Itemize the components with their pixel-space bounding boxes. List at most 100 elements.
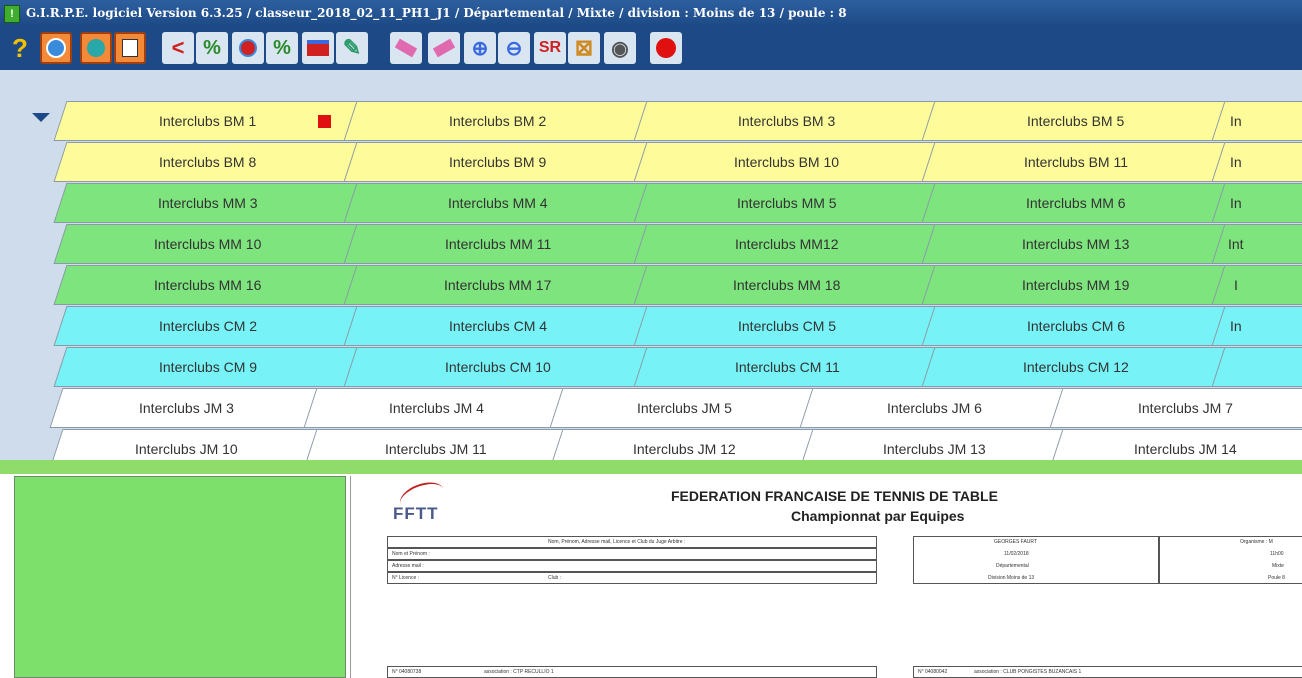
tab-label: Interclubs MM 13 [1022, 236, 1130, 252]
tab-item[interactable]: Interclubs BM 8 [53, 142, 363, 182]
tab-item[interactable]: Interclubs BM 2 [343, 101, 653, 141]
tab-item[interactable]: Interclubs BM 3 [633, 101, 941, 141]
tab-item[interactable]: Interclubs MM 11 [343, 224, 653, 264]
club-label: Club : [548, 575, 562, 581]
left-panel [14, 476, 346, 678]
tab-item[interactable]: Interclubs CM 10 [343, 347, 653, 387]
tab-label: Interclubs MM 16 [154, 277, 262, 293]
tab-label: In [1230, 195, 1242, 211]
eraser-icon[interactable] [390, 32, 422, 64]
referee-row: Nom et Prénom : [387, 548, 877, 560]
team-a-row: N° 04080738 association : CTP RECULLIO 1 [387, 666, 877, 678]
tab-label: Interclubs MM 6 [1026, 195, 1126, 211]
tab-label: Interclubs CM 11 [734, 359, 840, 375]
zoom-out-icon[interactable]: ⊖ [498, 32, 530, 64]
tab-label: Interclubs CM 6 [1026, 318, 1126, 334]
info-cell: Mixte [1272, 563, 1284, 569]
tab-item[interactable]: Interclubs MM 5 [633, 183, 941, 223]
tab-item[interactable]: Interclubs JM 4 [303, 388, 569, 428]
tab-item[interactable]: Interclubs MM 16 [53, 265, 363, 305]
tab-label: Interclubs CM 2 [158, 318, 258, 334]
tab-item[interactable]: Interclubs JM 7 [1049, 388, 1302, 428]
tab-item[interactable]: Interclubs BM 10 [633, 142, 941, 182]
tab-item[interactable]: In [1211, 101, 1302, 141]
tab-label: Interclubs JM 5 [636, 400, 732, 416]
share-icon[interactable]: < [162, 32, 194, 64]
document-icon[interactable] [114, 32, 146, 64]
globe-icon[interactable] [80, 32, 112, 64]
sr-icon[interactable]: SR [534, 32, 566, 64]
team-b-number: N° 04080042 [918, 669, 948, 675]
tab-item[interactable]: Interclubs MM12 [633, 224, 941, 264]
tab-item[interactable]: Interclubs BM 9 [343, 142, 653, 182]
tab-item[interactable]: Interclubs CM 4 [343, 306, 653, 346]
tab-item[interactable]: In [1211, 183, 1302, 223]
medal-icon[interactable] [40, 32, 72, 64]
tab-item[interactable]: Int [1211, 224, 1302, 264]
tab-label: Interclubs MM 5 [737, 195, 837, 211]
title-bar: ! G.I.R.P.E. logiciel Version 6.3.25 / c… [0, 0, 1302, 26]
tab-label: Interclubs BM 11 [1023, 154, 1128, 170]
tab-item[interactable]: Interclubs MM 3 [53, 183, 363, 223]
info-cell: 11/02/2018 [1004, 551, 1029, 557]
camera-icon[interactable]: ◉ [604, 32, 636, 64]
collapse-arrow-icon[interactable] [32, 113, 50, 122]
match-info-table-right: Organisme : M 11h00 Mixte Poule 8 [1159, 536, 1302, 584]
tab-item[interactable]: Interclubs BM 5 [921, 101, 1231, 141]
team-a-association: association : CTP RECULLIO 1 [484, 669, 554, 675]
tab-label: In [1230, 318, 1242, 334]
sr-label: SR [538, 39, 562, 56]
tab-label: Interclubs BM 3 [738, 113, 836, 129]
tab-label: Interclubs JM 7 [1137, 400, 1233, 416]
brush-icon[interactable] [428, 32, 460, 64]
tab-label: Interclubs BM 5 [1027, 113, 1125, 129]
tab-item[interactable]: Interclubs MM 17 [343, 265, 653, 305]
tab-item[interactable]: Interclubs CM 11 [633, 347, 941, 387]
tab-item[interactable]: Interclubs CM 9 [53, 347, 363, 387]
pen-icon[interactable]: ✎ [336, 32, 368, 64]
info-cell: Division Moins de 13 [988, 575, 1035, 581]
referee-header-row: Nom, Prénom, Adresse mail, Licence et Cl… [387, 536, 877, 548]
tab-item[interactable]: Interclubs JM 5 [549, 388, 819, 428]
tab-item[interactable]: Interclubs MM 6 [921, 183, 1231, 223]
tab-item[interactable]: Interclubs MM 13 [921, 224, 1231, 264]
tab-item[interactable]: In [1211, 142, 1302, 182]
grid-icon[interactable]: ⊠ [568, 32, 600, 64]
tab-item[interactable]: Interclubs MM 18 [633, 265, 941, 305]
tab-item[interactable]: Interclubs MM 19 [921, 265, 1231, 305]
tab-label: Interclubs CM 12 [1023, 359, 1129, 375]
tab-item[interactable]: Interclubs MM 4 [343, 183, 653, 223]
tab-item[interactable]: Interclubs BM 1 [53, 101, 363, 141]
tab-item[interactable]: Interclubs CM 6 [921, 306, 1231, 346]
tab-label: Interclubs MM 19 [1022, 277, 1130, 293]
info-cell: Départemental [996, 563, 1029, 569]
power-icon[interactable] [650, 32, 682, 64]
referee-row: N° Licence : Club : [387, 572, 877, 584]
tab-item[interactable]: Interclubs MM 10 [53, 224, 363, 264]
link-settings-icon[interactable]: % [266, 32, 298, 64]
app-icon: ! [4, 5, 20, 23]
tab-label: Interclubs JM 14 [1133, 441, 1237, 457]
referee-header: Nom, Prénom, Adresse mail, Licence et Cl… [548, 539, 686, 545]
info-cell: GEORGES FAURT [994, 539, 1037, 545]
team-b-row: N° 04080042 association : CLUB PONGISTES… [913, 666, 1302, 678]
tab-label: Interclubs BM 10 [734, 154, 840, 170]
info-cell: Poule 8 [1268, 575, 1285, 581]
tab-label: Interclubs CM 9 [158, 359, 258, 375]
tab-item[interactable] [1211, 347, 1302, 387]
tab-item[interactable]: Interclubs JM 6 [799, 388, 1069, 428]
tab-item[interactable]: In [1211, 306, 1302, 346]
help-icon[interactable]: ? [4, 32, 36, 64]
tab-item[interactable]: I [1211, 265, 1302, 305]
tab-item[interactable]: Interclubs CM 12 [921, 347, 1231, 387]
info-cell: Organisme : M [1240, 539, 1273, 545]
web-icon[interactable] [232, 32, 264, 64]
link-icon[interactable]: % [196, 32, 228, 64]
tab-item[interactable]: Interclubs BM 11 [921, 142, 1231, 182]
tab-item[interactable]: Interclubs CM 5 [633, 306, 941, 346]
tab-label: Interclubs JM 11 [385, 441, 487, 457]
zoom-in-icon[interactable]: ⊕ [464, 32, 496, 64]
printer-icon[interactable] [302, 32, 334, 64]
tab-item[interactable]: Interclubs CM 2 [53, 306, 363, 346]
tab-item[interactable]: Interclubs JM 3 [49, 388, 323, 428]
